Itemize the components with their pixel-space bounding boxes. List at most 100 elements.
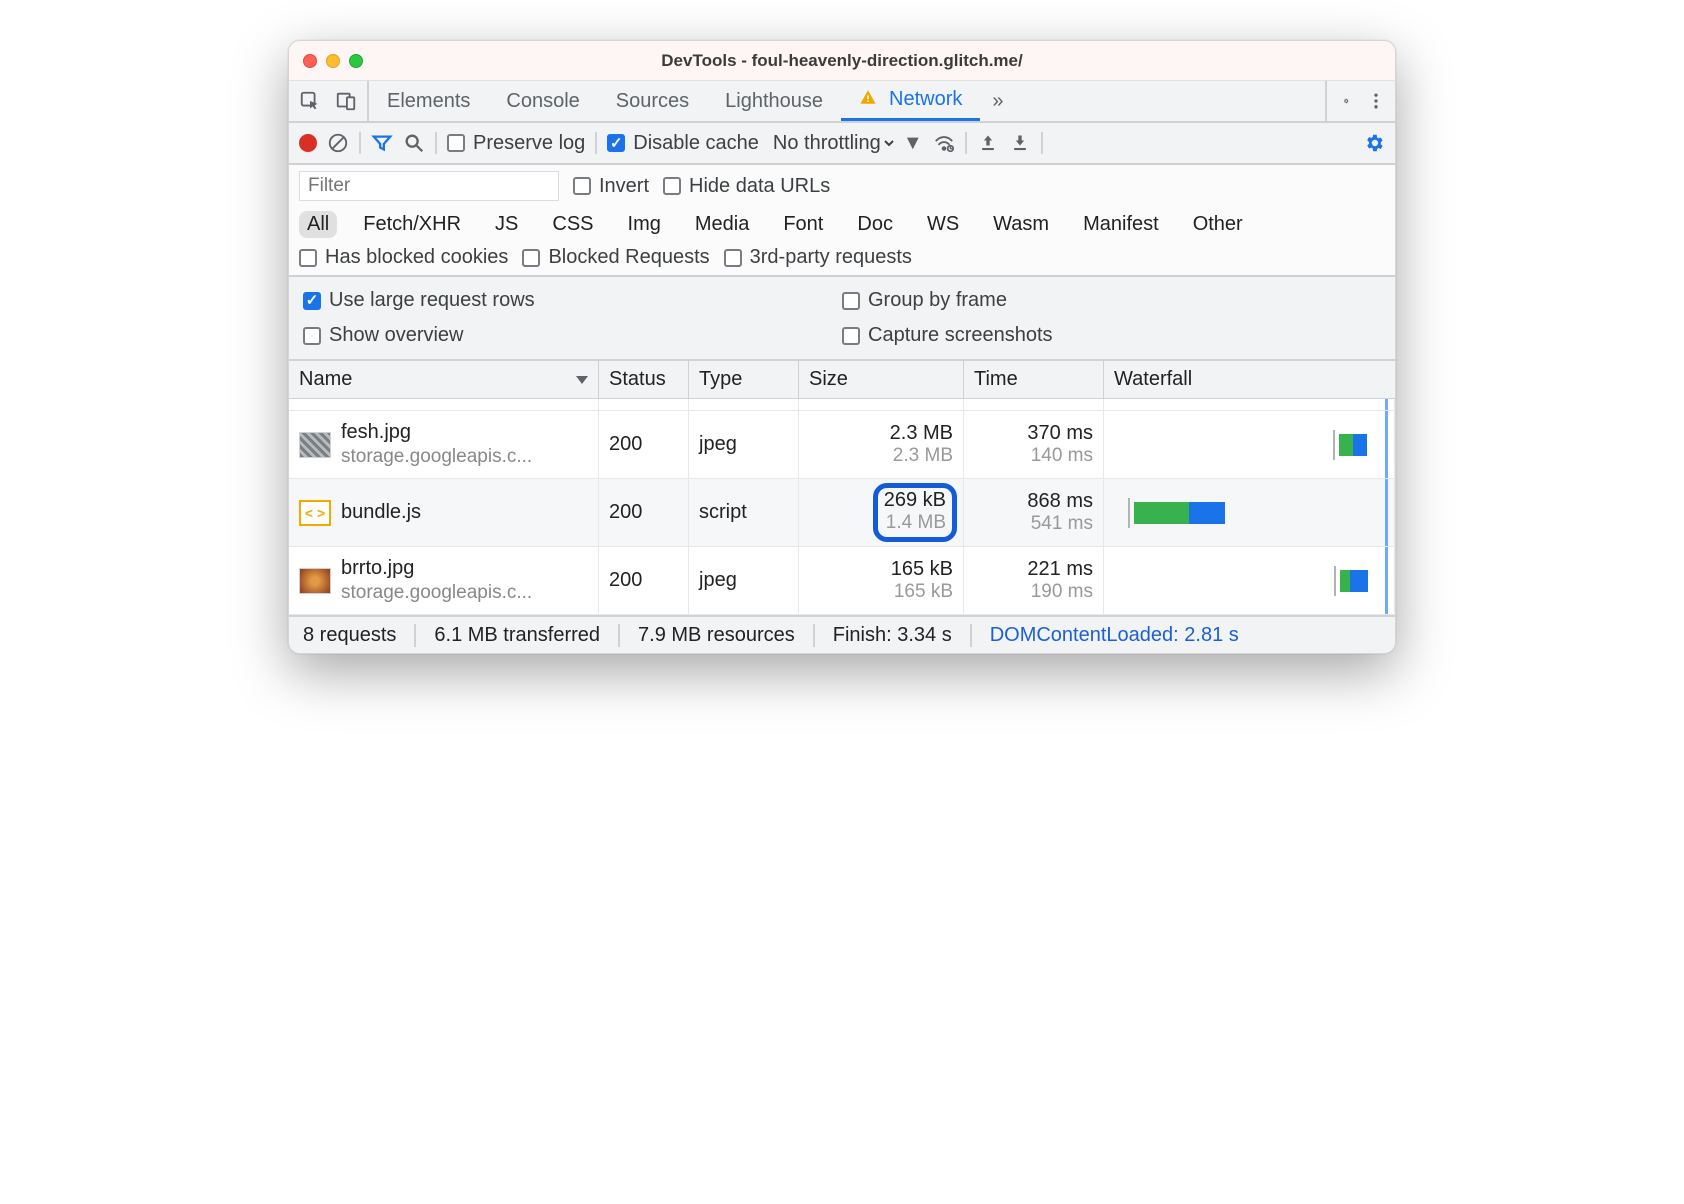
hide-data-urls-label: Hide data URLs: [689, 175, 830, 198]
col-name-label: Name: [299, 368, 352, 391]
footer-requests: 8 requests: [303, 624, 416, 647]
window-titlebar: DevTools - foul-heavenly-direction.glitc…: [289, 41, 1395, 81]
warning-icon: [859, 88, 883, 112]
filter-panel: Invert Hide data URLs All Fetch/XHR JS C…: [289, 165, 1395, 277]
inspect-icon[interactable]: [299, 90, 321, 112]
filter-type-manifest[interactable]: Manifest: [1075, 211, 1167, 238]
kebab-menu-icon[interactable]: [1365, 90, 1387, 112]
col-time[interactable]: Time: [964, 361, 1104, 398]
invert-label: Invert: [599, 175, 649, 198]
request-status: 200: [599, 479, 689, 546]
preserve-log-checkbox[interactable]: Preserve log: [447, 132, 585, 155]
size-highlight: 269 kB1.4 MB: [873, 483, 957, 542]
table-header: Name Status Type Size Time Waterfall: [289, 361, 1395, 399]
col-type[interactable]: Type: [689, 361, 799, 398]
request-size: 269 kB1.4 MB: [799, 479, 964, 546]
options-panel: Use large request rows Group by frame Sh…: [289, 277, 1395, 361]
blocked-cookies-label: Has blocked cookies: [325, 246, 508, 269]
tab-lighthouse[interactable]: Lighthouse: [707, 81, 841, 121]
status-bar: 8 requests 6.1 MB transferred 7.9 MB res…: [289, 615, 1395, 653]
filter-type-media[interactable]: Media: [687, 211, 757, 238]
tab-network-label: Network: [889, 88, 962, 111]
tab-network[interactable]: Network: [841, 81, 980, 121]
image-thumb: [299, 568, 331, 594]
request-waterfall: [1104, 547, 1395, 614]
request-type: jpeg: [689, 547, 799, 614]
type-filters: All Fetch/XHR JS CSS Img Media Font Doc …: [289, 207, 1395, 246]
hide-data-urls-checkbox[interactable]: Hide data URLs: [663, 175, 830, 198]
invert-checkbox[interactable]: Invert: [573, 175, 649, 198]
request-domain: storage.googleapis.c...: [341, 581, 532, 605]
group-by-frame-checkbox[interactable]: Group by frame: [842, 289, 1007, 312]
upload-har-icon[interactable]: [977, 132, 999, 154]
filter-input[interactable]: [299, 171, 559, 201]
request-time: 868 ms541 ms: [964, 479, 1104, 546]
request-name: fesh.jpg: [341, 420, 532, 445]
tab-console[interactable]: Console: [488, 81, 597, 121]
request-waterfall: [1104, 479, 1395, 546]
clear-icon[interactable]: [327, 132, 349, 154]
device-toggle-icon[interactable]: [335, 90, 357, 112]
filter-type-doc[interactable]: Doc: [849, 211, 901, 238]
main-toolbar: Elements Console Sources Lighthouse Netw…: [289, 81, 1395, 123]
settings-icon[interactable]: [1335, 90, 1357, 112]
network-conditions-icon[interactable]: [933, 132, 955, 154]
request-rows: fesh.jpgstorage.googleapis.c...200jpeg2.…: [289, 399, 1395, 615]
col-status[interactable]: Status: [599, 361, 689, 398]
group-frame-label: Group by frame: [868, 289, 1007, 312]
image-thumb: [299, 432, 331, 458]
footer-dcl: DOMContentLoaded: 2.81 s: [972, 624, 1257, 647]
tab-elements[interactable]: Elements: [369, 81, 488, 121]
capture-screenshots-checkbox[interactable]: Capture screenshots: [842, 324, 1053, 347]
panel-tabs: Elements Console Sources Lighthouse Netw…: [369, 81, 1016, 121]
request-waterfall: [1104, 411, 1395, 478]
script-icon: < >: [299, 500, 331, 526]
third-party-checkbox[interactable]: 3rd-party requests: [724, 246, 912, 269]
table-row[interactable]: < >bundle.js200script269 kB1.4 MB868 ms5…: [289, 479, 1395, 547]
col-name[interactable]: Name: [289, 361, 599, 398]
show-overview-label: Show overview: [329, 324, 464, 347]
col-size[interactable]: Size: [799, 361, 964, 398]
table-row: [289, 399, 1395, 411]
request-status: 200: [599, 411, 689, 478]
filter-type-font[interactable]: Font: [775, 211, 831, 238]
filter-type-all[interactable]: All: [299, 211, 337, 238]
record-button[interactable]: [299, 134, 317, 152]
filter-type-wasm[interactable]: Wasm: [985, 211, 1057, 238]
devtools-window: DevTools - foul-heavenly-direction.glitc…: [288, 40, 1396, 654]
dropdown-icon: ▼: [903, 132, 923, 155]
show-overview-checkbox[interactable]: Show overview: [303, 324, 464, 347]
filter-type-img[interactable]: Img: [620, 211, 669, 238]
request-type: jpeg: [689, 411, 799, 478]
request-type: script: [689, 479, 799, 546]
filter-type-fetch[interactable]: Fetch/XHR: [355, 211, 469, 238]
filter-toggle-icon[interactable]: [371, 132, 393, 154]
sort-desc-icon: [576, 376, 588, 384]
filter-type-css[interactable]: CSS: [544, 211, 601, 238]
request-time: 370 ms140 ms: [964, 411, 1104, 478]
blocked-req-label: Blocked Requests: [548, 246, 709, 269]
window-title: DevTools - foul-heavenly-direction.glitc…: [289, 51, 1395, 71]
throttling-select[interactable]: No throttling: [769, 131, 897, 155]
col-waterfall[interactable]: Waterfall: [1104, 361, 1395, 398]
request-name: brrto.jpg: [341, 556, 532, 581]
disable-cache-checkbox[interactable]: Disable cache: [607, 132, 759, 155]
request-status: 200: [599, 547, 689, 614]
third-party-label: 3rd-party requests: [750, 246, 912, 269]
large-rows-label: Use large request rows: [329, 289, 535, 312]
network-settings-icon[interactable]: [1363, 132, 1385, 154]
tab-more[interactable]: »: [980, 81, 1015, 121]
filter-type-other[interactable]: Other: [1185, 211, 1251, 238]
preserve-log-label: Preserve log: [473, 132, 585, 155]
blocked-cookies-checkbox[interactable]: Has blocked cookies: [299, 246, 508, 269]
download-har-icon[interactable]: [1009, 132, 1031, 154]
blocked-requests-checkbox[interactable]: Blocked Requests: [522, 246, 709, 269]
table-row[interactable]: brrto.jpgstorage.googleapis.c...200jpeg1…: [289, 547, 1395, 615]
disable-cache-label: Disable cache: [633, 132, 759, 155]
tab-sources[interactable]: Sources: [598, 81, 707, 121]
filter-type-ws[interactable]: WS: [919, 211, 967, 238]
large-rows-checkbox[interactable]: Use large request rows: [303, 289, 535, 312]
filter-type-js[interactable]: JS: [487, 211, 526, 238]
search-icon[interactable]: [403, 132, 425, 154]
table-row[interactable]: fesh.jpgstorage.googleapis.c...200jpeg2.…: [289, 411, 1395, 479]
